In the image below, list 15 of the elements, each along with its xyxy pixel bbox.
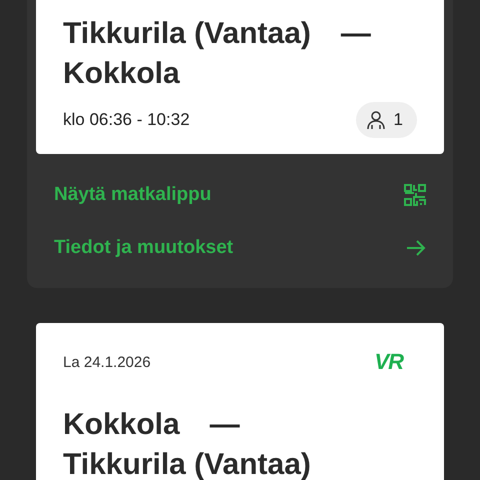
- destination-station: Tikkurila (Vantaa): [63, 447, 312, 480]
- destination-station: Kokkola: [63, 56, 181, 92]
- route-dash: —: [340, 16, 371, 52]
- travel-date: La 24.1.2026: [63, 354, 151, 370]
- qr-code-icon: [404, 184, 426, 206]
- vr-logo: VR: [374, 349, 403, 375]
- action-link[interactable]: Näytä matkalippu: [36, 168, 444, 221]
- origin-station: Tikkurila (Vantaa): [63, 16, 311, 52]
- action-link[interactable]: Tiedot ja muutokset: [36, 221, 444, 274]
- origin-station: Kokkola: [63, 407, 180, 443]
- passenger-count: 1: [356, 102, 417, 138]
- arrow-right-icon: [406, 240, 426, 256]
- travel-time: klo 06:36 - 10:32: [63, 110, 190, 130]
- route-dash: —: [210, 407, 240, 443]
- person-icon: [366, 110, 386, 130]
